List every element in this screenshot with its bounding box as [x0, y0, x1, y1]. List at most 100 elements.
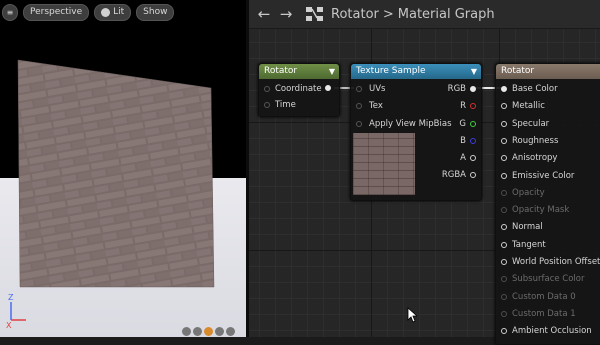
material-pin-row[interactable]: Emissive Color	[501, 171, 574, 181]
rgb-output-pin[interactable]: RGB	[448, 84, 476, 94]
rotator-node-title: Rotator	[264, 66, 298, 76]
material-pin-row[interactable]: World Position Offset	[501, 257, 600, 267]
material-pin-row[interactable]: Specular	[501, 119, 549, 129]
output-pin-icon[interactable]	[470, 155, 476, 161]
rotator-time-pin[interactable]: Time	[264, 100, 296, 110]
material-pin-label: Roughness	[512, 135, 559, 146]
material-pin-row: Opacity	[501, 188, 545, 198]
menu-icon: ≡	[6, 7, 14, 17]
material-preview-viewport[interactable]: ≡ Perspective Lit Show Z X	[0, 0, 246, 337]
perspective-button[interactable]: Perspective	[23, 3, 90, 21]
material-pin-label: Ambient Occlusion	[512, 326, 592, 337]
uvs-input-pin[interactable]: UVs	[356, 84, 385, 94]
material-pin-label: Normal	[512, 222, 543, 233]
material-result-header[interactable]: Rotator	[496, 64, 600, 79]
graph-type-icon	[306, 7, 323, 21]
sphere-mesh-icon[interactable]	[193, 327, 202, 336]
input-pin-icon[interactable]	[501, 86, 507, 92]
material-pin-row[interactable]: Tangent	[501, 240, 546, 250]
back-arrow-icon[interactable]: ←	[253, 5, 275, 23]
output-pin-icon[interactable]	[470, 121, 476, 127]
collapse-chevron-icon[interactable]: ▼	[329, 64, 335, 79]
rotator-node-header[interactable]: Rotator ▼	[259, 64, 339, 79]
material-pin-label: Tangent	[512, 239, 546, 250]
material-pin-label: Base Color	[512, 84, 558, 94]
rgba-output-pin[interactable]: RGBA	[442, 170, 476, 180]
lit-mode-icon	[101, 7, 111, 17]
input-pin-icon	[501, 310, 507, 317]
material-result-node[interactable]: Rotator Base Color Metallic Specular Roughn…	[495, 63, 600, 345]
material-pin-row: Custom Data 1	[501, 309, 576, 319]
tex-input-pin[interactable]: Tex	[356, 101, 383, 111]
texture-preview-thumbnail	[353, 133, 415, 195]
material-pin-label: Metallic	[512, 101, 545, 112]
input-pin-icon	[501, 293, 507, 300]
breadcrumb-asset[interactable]: Rotator	[331, 7, 379, 22]
b-output-pin[interactable]: B	[460, 136, 476, 146]
teapot-mesh-icon[interactable]	[226, 327, 235, 336]
input-pin-icon[interactable]	[501, 137, 507, 144]
forward-arrow-icon[interactable]: →	[275, 5, 297, 23]
material-pin-row: Opacity Mask	[501, 205, 569, 215]
cube-mesh-icon[interactable]	[215, 327, 224, 336]
rotator-node[interactable]: Rotator ▼ Coordinate Time	[258, 63, 340, 117]
input-pin-icon	[501, 189, 507, 196]
input-pin-icon[interactable]	[356, 121, 362, 127]
material-pin-label: Custom Data 0	[512, 291, 576, 302]
viewport-menu-button[interactable]: ≡	[2, 3, 18, 21]
material-pin-label: Anisotropy	[512, 153, 558, 164]
show-button[interactable]: Show	[136, 3, 175, 21]
input-pin-icon	[501, 207, 507, 214]
texture-sample-title: Texture Sample	[356, 66, 426, 76]
input-pin-icon[interactable]	[501, 120, 507, 127]
axis-gizmo-icon: Z X	[6, 293, 26, 330]
r-output-pin[interactable]: R	[460, 101, 476, 111]
input-pin-icon[interactable]	[501, 103, 507, 110]
material-pin-label: Opacity	[512, 187, 545, 198]
material-pin-row[interactable]: Roughness	[501, 136, 558, 146]
breadcrumb-view: Material Graph	[397, 6, 495, 22]
breadcrumb-separator: >	[382, 6, 394, 22]
input-pin-icon[interactable]	[356, 86, 362, 92]
material-pin-label: Subsurface Color	[512, 274, 585, 285]
lit-button[interactable]: Lit	[94, 3, 132, 21]
cylinder-mesh-icon[interactable]	[182, 327, 191, 336]
material-pin-row[interactable]: Metallic	[501, 101, 545, 111]
input-pin-icon[interactable]	[501, 328, 507, 335]
preview-wall-mesh	[17, 59, 215, 288]
g-output-pin[interactable]: G	[459, 119, 476, 129]
preview-mesh-icons	[182, 327, 235, 336]
output-pin-icon[interactable]	[470, 172, 476, 178]
material-pin-label: Opacity Mask	[512, 205, 570, 216]
material-pin-row: Subsurface Color	[501, 274, 585, 284]
output-pin-icon[interactable]	[470, 103, 476, 109]
mipbias-input-pin[interactable]: Apply View MipBias	[356, 119, 452, 129]
input-pin-icon[interactable]	[264, 86, 270, 92]
texture-sample-header[interactable]: Texture Sample ▼	[351, 64, 481, 79]
material-pin-label: Custom Data 1	[512, 308, 576, 319]
material-pin-row[interactable]: Anisotropy	[501, 153, 557, 163]
material-pin-row[interactable]: Ambient Occlusion	[501, 326, 592, 336]
material-pin-row: Custom Data 0	[501, 292, 576, 302]
output-pin-icon[interactable]	[470, 138, 476, 144]
rotator-output-pin-icon[interactable]	[325, 85, 331, 91]
input-pin-icon[interactable]	[501, 224, 507, 231]
a-output-pin[interactable]: A	[460, 153, 476, 163]
mouse-cursor-icon	[407, 307, 417, 323]
material-pin-label: Emissive Color	[512, 170, 575, 181]
input-pin-icon[interactable]	[501, 155, 507, 162]
plane-mesh-icon[interactable]	[204, 327, 213, 336]
input-pin-icon[interactable]	[264, 102, 270, 108]
input-pin-icon[interactable]	[501, 172, 507, 179]
material-result-title: Rotator	[501, 66, 535, 76]
input-pin-icon[interactable]	[501, 259, 507, 265]
input-pin-icon	[501, 276, 507, 283]
rotator-coordinate-pin[interactable]: Coordinate	[264, 84, 322, 94]
collapse-chevron-icon[interactable]: ▼	[471, 64, 477, 79]
material-pin-row[interactable]: Base Color	[501, 84, 558, 94]
input-pin-icon[interactable]	[501, 241, 507, 248]
graph-breadcrumb-bar: ← → Rotator > Material Graph	[249, 0, 600, 29]
output-pin-icon[interactable]	[470, 86, 476, 92]
material-pin-row[interactable]: Normal	[501, 222, 543, 232]
input-pin-icon[interactable]	[356, 103, 362, 109]
